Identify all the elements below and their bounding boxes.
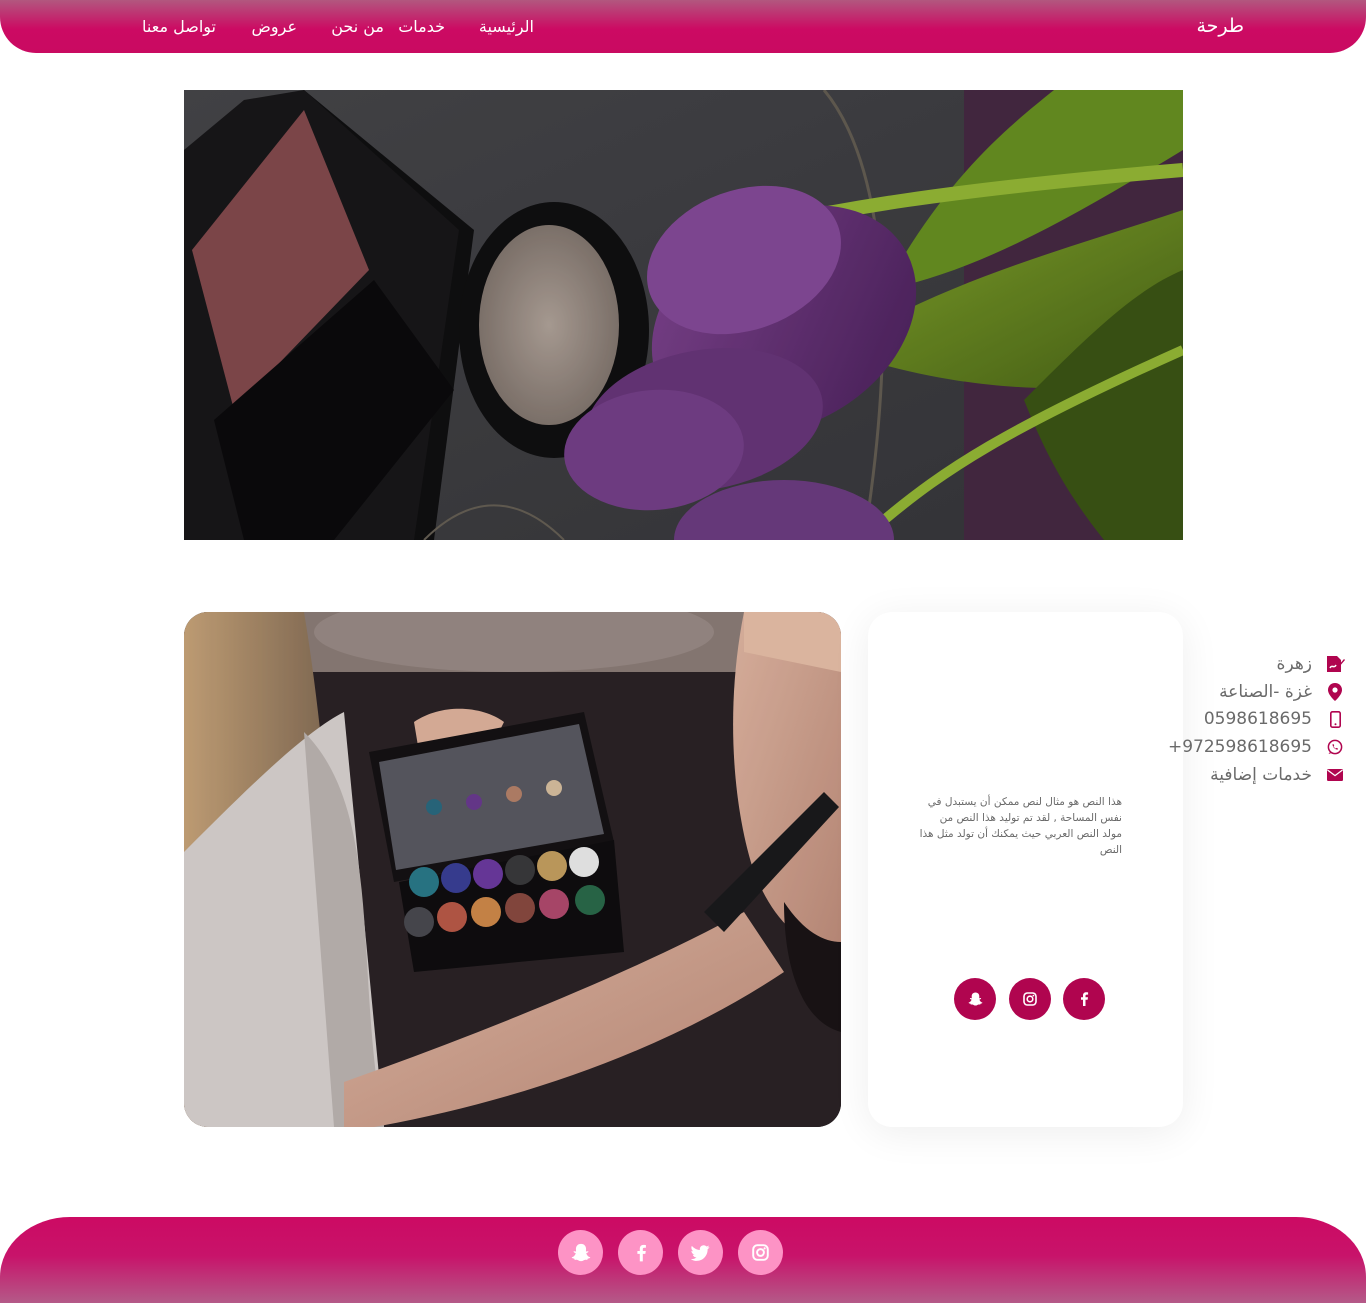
info-whatsapp-row[interactable]: +972598618695 bbox=[1168, 735, 1346, 759]
nav-link-contact[interactable]: تواصل معنا bbox=[142, 16, 216, 38]
footer-facebook-button[interactable] bbox=[618, 1230, 663, 1275]
business-name: زهرة bbox=[1276, 654, 1312, 674]
nav-link-offers[interactable]: عروض bbox=[252, 16, 297, 38]
whatsapp-number[interactable]: +972598618695 bbox=[1168, 735, 1312, 759]
top-navbar: طرحة الرئيسية خدمات من نحن عروض تواصل مع… bbox=[0, 0, 1366, 53]
phone-number[interactable]: 0598618695 bbox=[1204, 707, 1312, 731]
instagram-icon bbox=[752, 1244, 769, 1261]
facebook-icon bbox=[636, 1244, 646, 1261]
info-card bbox=[868, 612, 1183, 1127]
info-extra-row: خدمات إضافية bbox=[1210, 763, 1346, 787]
snapchat-icon bbox=[968, 992, 982, 1006]
facebook-icon bbox=[1081, 992, 1089, 1006]
hero-image bbox=[184, 90, 1183, 540]
hero-illustration bbox=[184, 90, 1183, 540]
footer-twitter-button[interactable] bbox=[678, 1230, 723, 1275]
snapchat-icon bbox=[571, 1243, 590, 1262]
nav-link-services[interactable]: خدمات bbox=[398, 16, 445, 38]
instagram-button[interactable] bbox=[1009, 978, 1051, 1020]
extra-services-title: خدمات إضافية bbox=[1210, 765, 1312, 785]
twitter-icon bbox=[691, 1244, 710, 1261]
makeup-illustration bbox=[184, 612, 841, 1127]
info-location-row: غزة -الصناعة bbox=[1219, 680, 1346, 704]
footer-instagram-button[interactable] bbox=[738, 1230, 783, 1275]
description-text: هذا النص هو مثال لنص ممكن أن يستبدل في ن… bbox=[919, 796, 1122, 856]
mobile-phone-icon bbox=[1324, 708, 1346, 730]
instagram-icon bbox=[1023, 992, 1037, 1006]
footer-snapchat-button[interactable] bbox=[558, 1230, 603, 1275]
info-name-row: زهرة bbox=[1277, 652, 1346, 676]
whatsapp-icon bbox=[1324, 736, 1346, 758]
info-phone-row[interactable]: 0598618695 bbox=[1204, 707, 1346, 731]
map-marker-icon bbox=[1324, 681, 1346, 703]
nav-link-home[interactable]: الرئيسية bbox=[479, 16, 534, 38]
facebook-button[interactable] bbox=[1063, 978, 1105, 1020]
snapchat-button[interactable] bbox=[954, 978, 996, 1020]
brand-logo[interactable]: طرحة bbox=[1196, 14, 1244, 38]
nav-link-about[interactable]: من نحن bbox=[331, 16, 384, 38]
envelope-icon bbox=[1324, 764, 1346, 786]
location-text: غزة -الصناعة bbox=[1219, 682, 1312, 702]
makeup-photo bbox=[184, 612, 841, 1127]
signature-icon bbox=[1324, 653, 1346, 675]
